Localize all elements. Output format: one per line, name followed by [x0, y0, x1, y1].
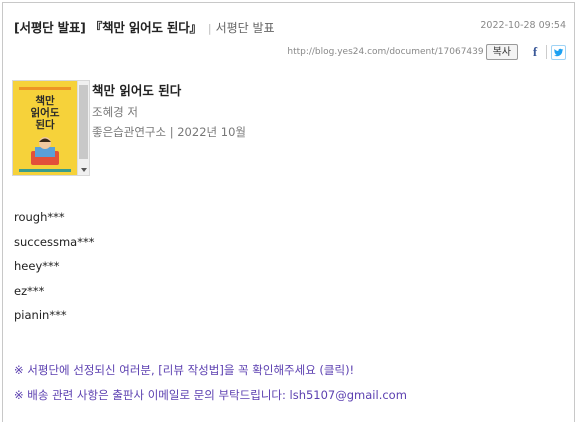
url-row: http://blog.yes24.com/document/17067439 …: [287, 42, 566, 62]
post-date: 2022-10-28 09:54: [480, 20, 566, 31]
book-author: 조혜경 저: [92, 105, 138, 119]
scroll-thumb[interactable]: [79, 85, 88, 159]
facebook-icon[interactable]: f: [528, 44, 542, 59]
scroll-down-arrow-icon[interactable]: [81, 168, 87, 172]
winner-list: rough*** successma*** heey*** ez*** pian…: [14, 210, 94, 333]
cover-title-line-3: 된다: [35, 119, 55, 131]
book-title-link[interactable]: 책만 읽어도 된다: [92, 80, 246, 99]
cover-title-line-2: 읽어도: [30, 107, 60, 119]
review-guide-notice-link[interactable]: ※ 서평단에 선정되신 여러분, [리뷰 작성법]을 꼭 확인해주세요 (클릭)…: [14, 362, 354, 378]
cover-illustration: [31, 137, 59, 165]
copy-url-button[interactable]: 복사: [485, 44, 518, 60]
post-category-link[interactable]: 서평단 발표: [216, 21, 275, 35]
title-separator: |: [207, 22, 212, 35]
post-title: [서평단 발표] 『책만 읽어도 된다』: [14, 20, 202, 35]
post-url[interactable]: http://blog.yes24.com/document/17067439: [287, 47, 483, 57]
book-publisher-date: 좋은습관연구소 | 2022년 10월: [92, 125, 246, 139]
twitter-icon[interactable]: [551, 44, 566, 60]
book-cover-image[interactable]: 책만 읽어도 된다: [13, 81, 77, 175]
winner-item: ez***: [14, 283, 45, 298]
winner-item: heey***: [14, 259, 60, 273]
cover-top-text: [19, 87, 71, 90]
cover-scrollbar[interactable]: [77, 81, 89, 175]
winner-item: rough***: [14, 210, 65, 224]
winner-item: pianin***: [14, 308, 67, 322]
shipping-notice: ※ 배송 관련 사항은 출판사 이메일로 문의 부탁드립니다: lsh5107@…: [14, 388, 407, 402]
book-cover-frame[interactable]: 책만 읽어도 된다: [12, 80, 90, 176]
cover-bottom-text: [19, 169, 71, 172]
sns-divider: [546, 45, 547, 59]
winner-item: successma***: [14, 234, 95, 249]
post-header: [서평단 발표] 『책만 읽어도 된다』 | 서평단 발표 2022-10-28 0…: [14, 17, 566, 37]
cover-title-line-1: 책만: [35, 95, 55, 107]
book-info: 책만 읽어도 된다 조혜경 저 좋은습관연구소 | 2022년 10월: [92, 80, 246, 140]
